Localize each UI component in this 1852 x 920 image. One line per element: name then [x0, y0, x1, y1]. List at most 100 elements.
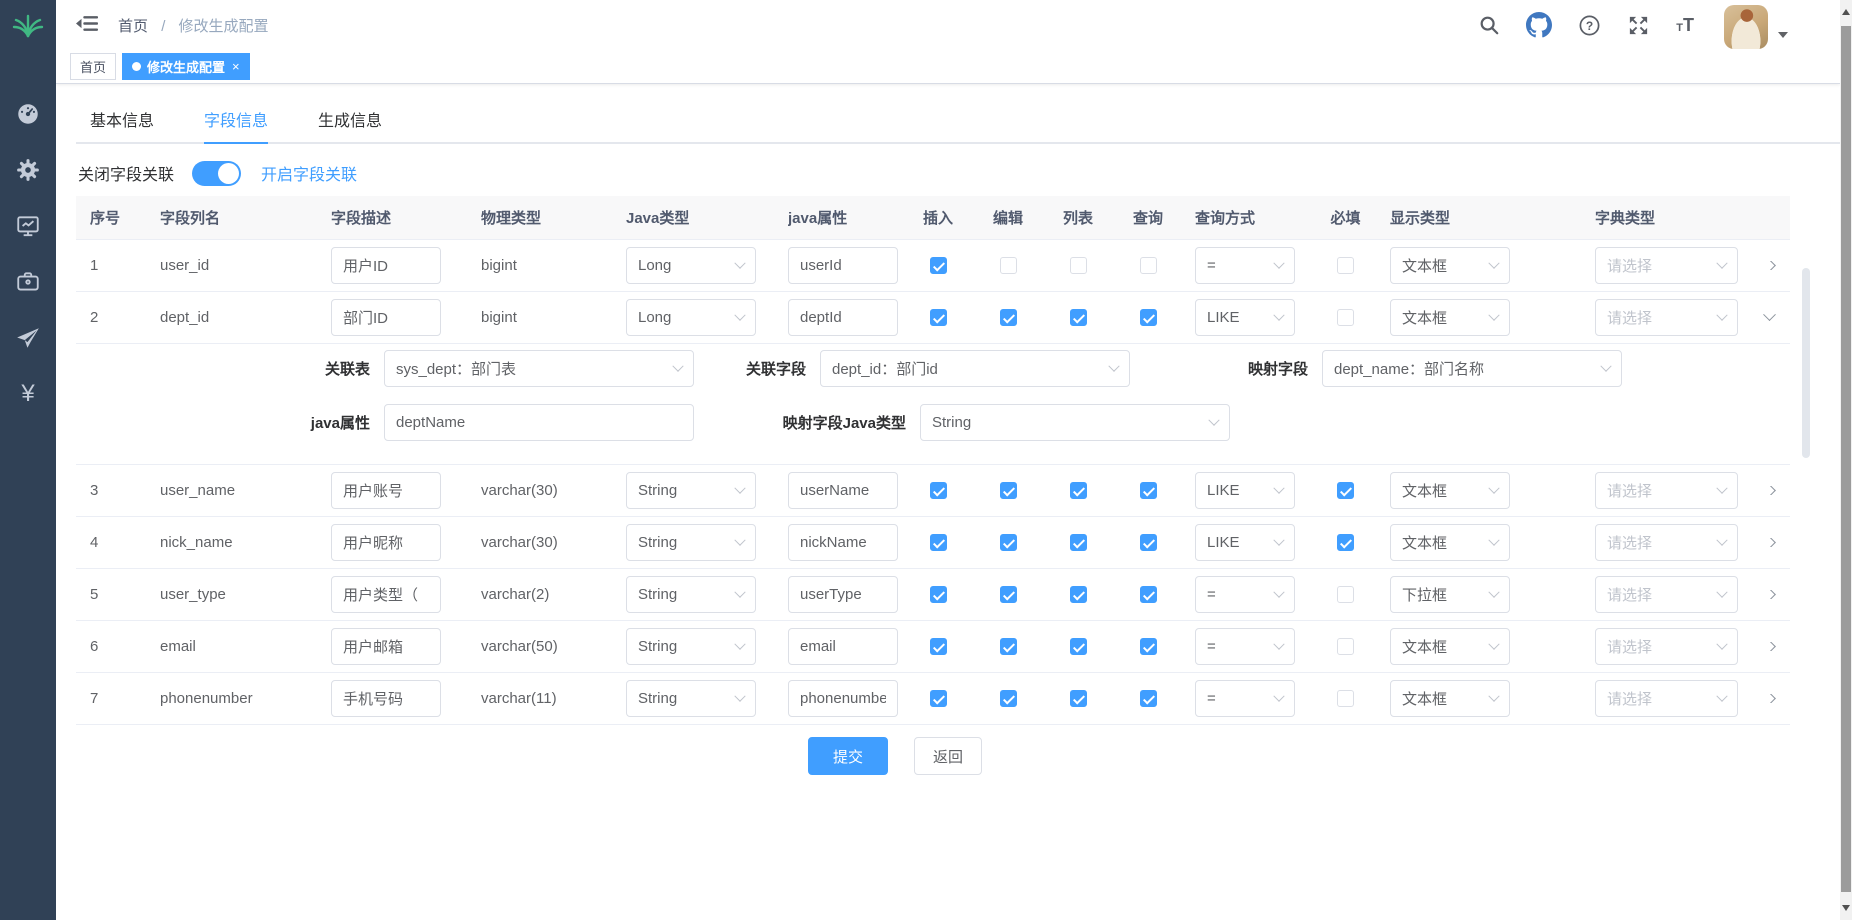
required-checkbox[interactable]: [1337, 257, 1354, 274]
relation-toggle[interactable]: [192, 161, 241, 186]
sidebar-item-dashboard[interactable]: [0, 86, 56, 142]
expand-arrow[interactable]: [1763, 261, 1776, 270]
query-type-select[interactable]: LIKE: [1195, 524, 1295, 561]
breadcrumb-home[interactable]: 首页: [118, 18, 148, 35]
dict-type-select[interactable]: 请选择: [1595, 299, 1738, 336]
tab-generate-info[interactable]: 生成信息: [318, 98, 382, 144]
sidebar-item-monitor[interactable]: [0, 198, 56, 254]
sidebar-item-tool[interactable]: [0, 254, 56, 310]
required-checkbox[interactable]: [1337, 690, 1354, 707]
list-checkbox[interactable]: [1070, 690, 1087, 707]
insert-checkbox[interactable]: [930, 690, 947, 707]
expand-arrow[interactable]: [1763, 486, 1776, 495]
java-attr-input[interactable]: deptName: [384, 404, 694, 441]
help-icon[interactable]: ?: [1578, 14, 1601, 37]
mapping-field-select[interactable]: dept_name：部门名称: [1322, 350, 1622, 387]
column-desc-input[interactable]: 用户ID: [331, 247, 441, 284]
edit-checkbox[interactable]: [1000, 257, 1017, 274]
scroll-up-arrow-icon[interactable]: [1842, 9, 1850, 15]
tag-home[interactable]: 首页: [70, 53, 116, 80]
menu-fold-icon[interactable]: [70, 8, 104, 43]
edit-checkbox[interactable]: [1000, 309, 1017, 326]
relation-table-select[interactable]: sys_dept：部门表: [384, 350, 694, 387]
list-checkbox[interactable]: [1070, 534, 1087, 551]
edit-checkbox[interactable]: [1000, 638, 1017, 655]
insert-checkbox[interactable]: [930, 586, 947, 603]
list-checkbox[interactable]: [1070, 257, 1087, 274]
window-scrollbar[interactable]: [1840, 0, 1852, 920]
tab-basic-info[interactable]: 基本信息: [90, 98, 154, 144]
expand-arrow[interactable]: [1763, 694, 1776, 703]
scroll-down-arrow-icon[interactable]: [1842, 905, 1850, 911]
column-desc-input[interactable]: 用户昵称: [331, 524, 441, 561]
java-type-select[interactable]: String: [626, 576, 756, 613]
column-desc-input[interactable]: 用户类型（: [331, 576, 441, 613]
column-desc-input[interactable]: 部门ID: [331, 299, 441, 336]
dict-type-select[interactable]: 请选择: [1595, 576, 1738, 613]
query-type-select[interactable]: =: [1195, 680, 1295, 717]
mapping-java-type-select[interactable]: String: [920, 404, 1230, 441]
query-checkbox[interactable]: [1140, 690, 1157, 707]
query-checkbox[interactable]: [1140, 482, 1157, 499]
required-checkbox[interactable]: [1337, 586, 1354, 603]
insert-checkbox[interactable]: [930, 257, 947, 274]
java-field-input[interactable]: deptId: [788, 299, 898, 336]
expand-arrow[interactable]: [1763, 642, 1776, 651]
column-desc-input[interactable]: 手机号码: [331, 680, 441, 717]
java-type-select[interactable]: String: [626, 524, 756, 561]
expand-arrow[interactable]: [1763, 590, 1776, 599]
tag-close-icon[interactable]: ×: [232, 59, 240, 74]
required-checkbox[interactable]: [1337, 534, 1354, 551]
java-type-select[interactable]: String: [626, 628, 756, 665]
dict-type-select[interactable]: 请选择: [1595, 472, 1738, 509]
dict-type-select[interactable]: 请选择: [1595, 524, 1738, 561]
list-checkbox[interactable]: [1070, 586, 1087, 603]
dict-type-select[interactable]: 请选择: [1595, 628, 1738, 665]
required-checkbox[interactable]: [1337, 309, 1354, 326]
edit-checkbox[interactable]: [1000, 482, 1017, 499]
tag-current-page[interactable]: 修改生成配置 ×: [122, 53, 250, 80]
insert-checkbox[interactable]: [930, 534, 947, 551]
tab-field-info[interactable]: 字段信息: [204, 98, 268, 144]
required-checkbox[interactable]: [1337, 638, 1354, 655]
sidebar-item-guide[interactable]: [0, 310, 56, 366]
java-type-select[interactable]: String: [626, 680, 756, 717]
fullscreen-icon[interactable]: [1627, 14, 1650, 37]
insert-checkbox[interactable]: [930, 482, 947, 499]
list-checkbox[interactable]: [1070, 638, 1087, 655]
display-type-select[interactable]: 文本框: [1390, 680, 1510, 717]
query-checkbox[interactable]: [1140, 586, 1157, 603]
java-field-input[interactable]: userType: [788, 576, 898, 613]
sidebar-item-pay[interactable]: ¥: [0, 366, 56, 422]
java-type-select[interactable]: String: [626, 472, 756, 509]
insert-checkbox[interactable]: [930, 638, 947, 655]
column-desc-input[interactable]: 用户邮箱: [331, 628, 441, 665]
expand-arrow[interactable]: [1763, 538, 1776, 547]
java-field-input[interactable]: email: [788, 628, 898, 665]
query-type-select[interactable]: =: [1195, 576, 1295, 613]
java-type-select[interactable]: Long: [626, 247, 756, 284]
back-button[interactable]: 返回: [914, 737, 982, 775]
expand-arrow[interactable]: [1763, 313, 1776, 321]
list-checkbox[interactable]: [1070, 309, 1087, 326]
query-type-select[interactable]: =: [1195, 247, 1295, 284]
java-field-input[interactable]: userId: [788, 247, 898, 284]
display-type-select[interactable]: 文本框: [1390, 247, 1510, 284]
edit-checkbox[interactable]: [1000, 690, 1017, 707]
query-type-select[interactable]: =: [1195, 628, 1295, 665]
required-checkbox[interactable]: [1337, 482, 1354, 499]
query-type-select[interactable]: LIKE: [1195, 472, 1295, 509]
display-type-select[interactable]: 文本框: [1390, 628, 1510, 665]
relation-field-select[interactable]: dept_id：部门id: [820, 350, 1130, 387]
sidebar-item-system[interactable]: [0, 142, 56, 198]
search-icon[interactable]: [1478, 14, 1500, 36]
list-checkbox[interactable]: [1070, 482, 1087, 499]
font-size-icon[interactable]: TT: [1676, 15, 1694, 36]
user-menu[interactable]: [1724, 2, 1788, 49]
display-type-select[interactable]: 文本框: [1390, 472, 1510, 509]
edit-checkbox[interactable]: [1000, 586, 1017, 603]
query-checkbox[interactable]: [1140, 257, 1157, 274]
edit-checkbox[interactable]: [1000, 534, 1017, 551]
submit-button[interactable]: 提交: [808, 737, 888, 775]
table-scrollbar-thumb[interactable]: [1802, 268, 1810, 458]
